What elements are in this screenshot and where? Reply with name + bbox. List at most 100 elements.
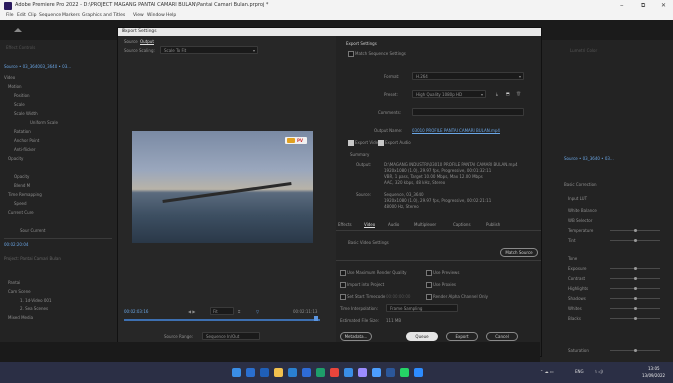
whites-slider[interactable] [610, 307, 660, 310]
slider-knob[interactable] [634, 297, 637, 300]
fit-select[interactable]: Fit [210, 307, 234, 315]
save-preset-icon[interactable]: ⤓ [496, 91, 498, 96]
summary-header[interactable]: Summary [350, 152, 369, 157]
slider-knob[interactable] [634, 277, 637, 280]
start-tc-value[interactable]: 00:00:00:00 [386, 294, 410, 299]
slider-knob[interactable] [634, 229, 637, 232]
set-start-tc-checkbox[interactable] [340, 294, 346, 300]
saturation-slider[interactable] [610, 349, 660, 352]
metadata-button[interactable]: Metadata... [340, 332, 372, 341]
export-audio-checkbox[interactable] [378, 140, 384, 146]
slider-knob[interactable] [634, 287, 637, 290]
tab-source[interactable]: Source [124, 39, 138, 44]
project-item-2[interactable]: Cam Scene [8, 289, 31, 294]
tab-captions[interactable]: Captions [453, 222, 471, 227]
use-proxies-checkbox[interactable] [426, 282, 432, 288]
photos-icon[interactable] [344, 368, 353, 377]
shadows-slider[interactable] [610, 297, 660, 300]
task-view-icon[interactable] [260, 368, 269, 377]
project-item-4[interactable]: 2. Sea Scenes [20, 306, 48, 311]
home-icon[interactable] [14, 28, 22, 32]
time-interp-select[interactable]: Frame Sampling [386, 304, 458, 312]
match-sequence-checkbox[interactable] [348, 51, 354, 57]
tab-multiplexer[interactable]: Multiplexer [414, 222, 436, 227]
tray-icons[interactable]: ⌃ ☁ ▭ [540, 369, 554, 374]
mail-icon[interactable] [302, 368, 311, 377]
export-settings-header[interactable]: Export Settings [346, 41, 377, 46]
menu-sequence[interactable]: Sequence [39, 13, 61, 18]
store-icon[interactable] [288, 368, 297, 377]
lumetri-clip-label[interactable]: Source • 03_3640 • 03... [564, 156, 614, 161]
source-label[interactable]: Source • 03_3640 [4, 64, 40, 69]
source-scaling-select[interactable]: Scale To Fit ▾ [160, 46, 258, 54]
contrast-slider[interactable] [610, 277, 660, 280]
cancel-button[interactable]: Cancel [486, 332, 518, 341]
use-previews-checkbox[interactable] [426, 270, 432, 276]
menu-view[interactable]: View [133, 13, 144, 18]
crop-icon[interactable]: ⌗ [238, 309, 240, 314]
row-motion[interactable]: Motion [8, 84, 22, 89]
slider-knob[interactable] [634, 349, 637, 352]
media-encoder-icon[interactable] [372, 368, 381, 377]
tab-publish[interactable]: Publish [486, 222, 500, 227]
slider-knob[interactable] [634, 307, 637, 310]
tint-slider[interactable] [610, 239, 660, 242]
network-volume-icons[interactable]: ⌇ ◁) [595, 369, 603, 374]
menu-edit[interactable]: Edit [17, 13, 26, 18]
minimize-button[interactable]: – [620, 1, 624, 9]
slider-knob[interactable] [634, 317, 637, 320]
basic-correction-label[interactable]: Basic Correction [564, 182, 597, 187]
file-explorer-icon[interactable] [274, 368, 283, 377]
blacks-slider[interactable] [610, 317, 660, 320]
menu-markers[interactable]: Markers [62, 13, 80, 18]
slider-knob[interactable] [634, 267, 637, 270]
menu-graphics[interactable]: Graphics and Titles [82, 13, 125, 18]
timeline-scrubber[interactable] [124, 319, 320, 321]
search-icon[interactable] [246, 368, 255, 377]
windows-icon[interactable] [232, 368, 241, 377]
left-timecode[interactable]: 00:02:20:04 [4, 242, 28, 247]
export-video-checkbox[interactable] [348, 140, 354, 146]
restore-button[interactable]: ⧉ [641, 2, 645, 10]
zoom-icon[interactable] [414, 368, 423, 377]
close-button[interactable]: ✕ [661, 2, 666, 9]
timecode-start[interactable]: 00:02:03:16 [124, 309, 148, 314]
comments-field[interactable] [412, 108, 524, 116]
lumetri-title[interactable]: Lumetri Color [570, 48, 597, 53]
exposure-slider[interactable] [610, 267, 660, 270]
menu-clip[interactable]: Clip [28, 13, 37, 18]
delete-preset-icon[interactable]: 🗑 [516, 91, 521, 96]
queue-button[interactable]: Queue [406, 332, 438, 341]
menu-file[interactable]: File [6, 13, 14, 18]
basic-video-header[interactable]: Basic Video Settings [348, 240, 389, 245]
play-controls[interactable]: ◀ ▶ [188, 309, 195, 314]
project-item-3[interactable]: 1. 1d-Video 001 [20, 298, 52, 303]
row-opacity-group[interactable]: Opacity [8, 156, 23, 161]
premiere-icon[interactable] [358, 368, 367, 377]
funnel-icon[interactable]: ▽ [256, 309, 259, 314]
project-item-1[interactable]: Pantai [8, 280, 20, 285]
render-alpha-checkbox[interactable] [426, 294, 432, 300]
row-time-remap[interactable]: Time Remapping [8, 192, 42, 197]
tab-effects[interactable]: Effects [338, 222, 352, 227]
tab-output[interactable]: Output [140, 39, 154, 45]
preset-select[interactable]: High Quality 1080p HD ▾ [412, 90, 486, 98]
clock-date[interactable]: 13/09/2022 [642, 373, 665, 378]
import-project-checkbox[interactable] [340, 282, 346, 288]
edge-icon[interactable] [316, 368, 325, 377]
clock-time[interactable]: 13:05 [648, 366, 660, 371]
clip-label[interactable]: 03_3640 • 03... [40, 64, 71, 69]
word-icon[interactable] [386, 368, 395, 377]
max-render-checkbox[interactable] [340, 270, 346, 276]
import-preset-icon[interactable]: ⬒ [506, 91, 510, 96]
menu-window[interactable]: Window [147, 13, 165, 18]
dialog-close-icon[interactable]: ✕ [122, 29, 537, 34]
whatsapp-icon[interactable] [400, 368, 409, 377]
highlights-slider[interactable] [610, 287, 660, 290]
project-item-5[interactable]: Mixed Media [8, 315, 33, 320]
export-button[interactable]: Export [446, 332, 478, 341]
menu-help[interactable]: Help [166, 13, 176, 18]
slider-knob[interactable] [634, 239, 637, 242]
project-label[interactable]: Project: Pantai Camari Bulan [4, 256, 61, 261]
panel-tab-label[interactable]: Effect Controls [6, 45, 35, 50]
